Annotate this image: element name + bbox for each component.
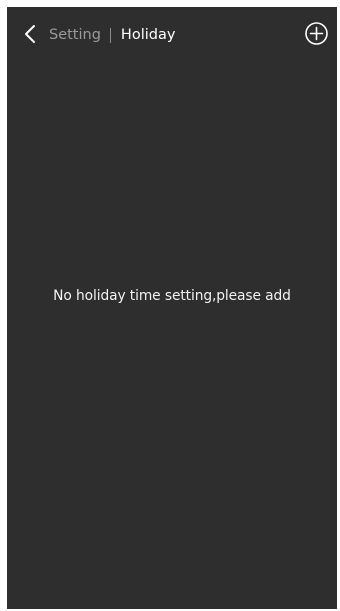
holiday-screen: Setting Holiday No holiday time setting,… — [7, 7, 337, 609]
plus-circle-icon — [305, 22, 328, 45]
breadcrumb-parent-link[interactable]: Setting — [49, 27, 101, 43]
page-title: Holiday — [120, 27, 176, 43]
empty-state-message: No holiday time setting,please add — [53, 288, 291, 304]
chevron-left-icon — [25, 25, 35, 43]
top-bar: Setting Holiday — [7, 7, 337, 65]
breadcrumb: Setting Holiday — [49, 24, 175, 46]
back-button[interactable] — [21, 21, 43, 47]
add-holiday-button[interactable] — [304, 21, 329, 46]
breadcrumb-separator — [109, 27, 111, 43]
